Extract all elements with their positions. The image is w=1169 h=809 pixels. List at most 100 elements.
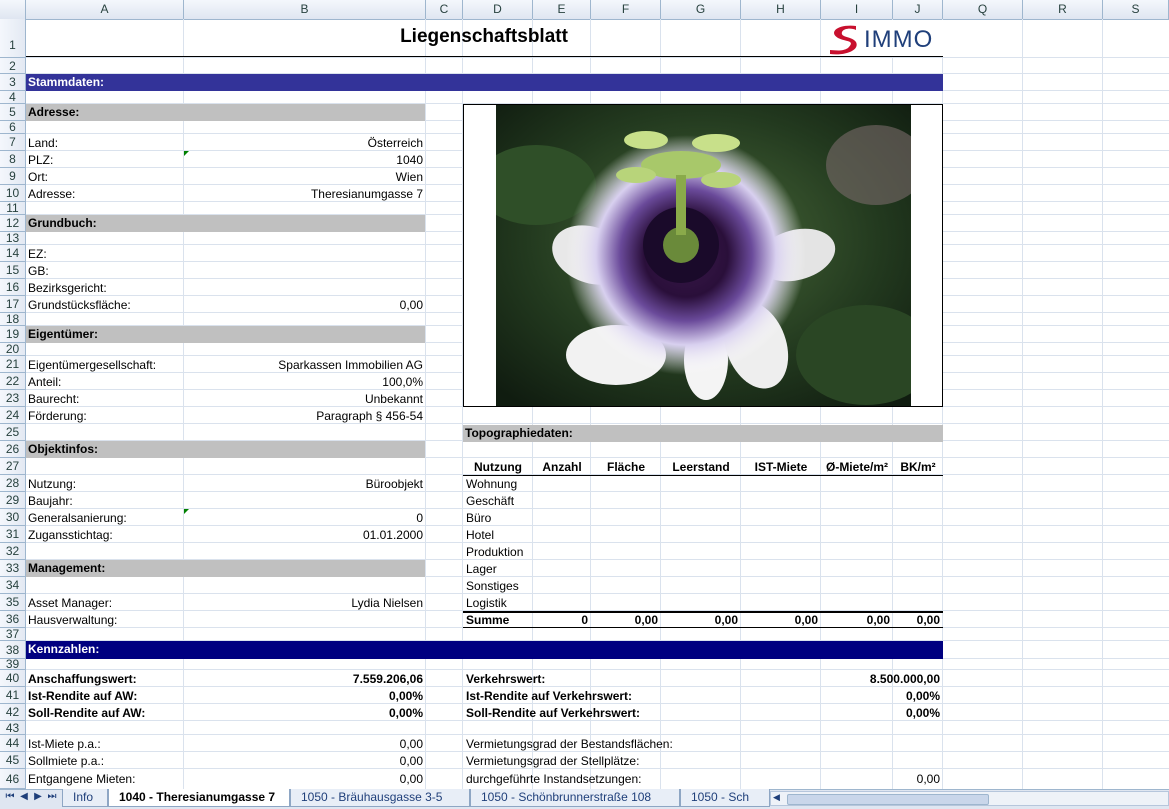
row-header-14[interactable]: 14 (0, 245, 26, 262)
row-header-31[interactable]: 31 (0, 526, 26, 543)
column-header-a[interactable]: A (26, 0, 184, 19)
row-header-10[interactable]: 10 (0, 185, 26, 202)
row-header-7[interactable]: 7 (0, 134, 26, 151)
row-header-8[interactable]: 8 (0, 151, 26, 168)
topo-sum-value[interactable]: 0,00 (893, 612, 940, 628)
row-header-23[interactable]: 23 (0, 390, 26, 407)
row-header-12[interactable]: 12 (0, 215, 26, 232)
row-header-5[interactable]: 5 (0, 104, 26, 121)
column-header-j[interactable]: J (893, 0, 943, 19)
eigentuemer-value[interactable]: 100,0% (184, 374, 423, 390)
row-header-3[interactable]: 3 (0, 74, 26, 91)
row-header-21[interactable]: 21 (0, 356, 26, 373)
topo-sum-value[interactable]: 0,00 (661, 612, 738, 628)
column-header-s[interactable]: S (1103, 0, 1169, 19)
objektinfos-value[interactable]: 0 (184, 510, 423, 526)
row-header-37[interactable]: 37 (0, 628, 26, 641)
row-header-44[interactable]: 44 (0, 735, 26, 752)
topo-sum-value[interactable]: 0,00 (821, 612, 890, 628)
scroll-left-icon[interactable]: ◀ (773, 792, 780, 803)
sheet-tab[interactable]: 1050 - Sch (680, 789, 770, 807)
column-header-h[interactable]: H (741, 0, 821, 19)
row-header-18[interactable]: 18 (0, 313, 26, 326)
column-header-c[interactable]: C (426, 0, 463, 19)
kennzahl-right-value[interactable]: 0,00% (821, 688, 940, 704)
row-header-30[interactable]: 30 (0, 509, 26, 526)
row-header-40[interactable]: 40 (0, 670, 26, 687)
kennzahl-value[interactable]: 0,00 (184, 736, 423, 752)
row-header-1[interactable]: 1 (0, 19, 26, 58)
sheet-tab[interactable]: 1040 - Theresianumgasse 7 (108, 789, 290, 807)
objektinfos-value[interactable]: Büroobjekt (184, 476, 423, 492)
column-header-i[interactable]: I (821, 0, 893, 19)
row-header-46[interactable]: 46 (0, 769, 26, 789)
topo-sum-value[interactable]: 0 (533, 612, 588, 628)
horizontal-scrollbar[interactable]: ◀ (770, 791, 1169, 806)
eigentuemer-value[interactable]: Paragraph § 456-54 (184, 408, 423, 424)
row-header-17[interactable]: 17 (0, 296, 26, 313)
row-header-45[interactable]: 45 (0, 752, 26, 769)
sheet-tab[interactable]: 1050 - Bräuhausgasse 3-5 (290, 789, 470, 807)
kennzahl-value[interactable]: 0,00% (184, 705, 423, 721)
row-header-41[interactable]: 41 (0, 687, 26, 704)
column-header-e[interactable]: E (533, 0, 591, 19)
row-header-15[interactable]: 15 (0, 262, 26, 279)
row-header-6[interactable]: 6 (0, 121, 26, 134)
column-header-b[interactable]: B (184, 0, 426, 19)
adresse-value[interactable]: Österreich (184, 135, 423, 151)
kennzahl-right-value[interactable]: 8.500.000,00 (821, 671, 940, 687)
kennzahl-value[interactable]: 0,00 (184, 771, 423, 787)
column-header-g[interactable]: G (661, 0, 741, 19)
row-header-27[interactable]: 27 (0, 458, 26, 475)
row-header-24[interactable]: 24 (0, 407, 26, 424)
adresse-value[interactable]: Wien (184, 169, 423, 185)
row-header-33[interactable]: 33 (0, 560, 26, 577)
row-header-28[interactable]: 28 (0, 475, 26, 492)
scroll-thumb[interactable] (787, 794, 989, 805)
row-header-34[interactable]: 34 (0, 577, 26, 594)
kennzahl-value[interactable]: 7.559.206,06 (184, 671, 423, 687)
kennzahl-right-value[interactable]: 0,00 (821, 771, 940, 787)
kennzahl-right-value[interactable]: 0,00% (821, 705, 940, 721)
row-header-9[interactable]: 9 (0, 168, 26, 185)
first-sheet-icon[interactable]: ⏮ (4, 791, 16, 802)
row-header-26[interactable]: 26 (0, 441, 26, 458)
row-header-16[interactable]: 16 (0, 279, 26, 296)
next-sheet-icon[interactable]: ▶ (32, 791, 44, 802)
row-header-35[interactable]: 35 (0, 594, 26, 611)
column-header-q[interactable]: Q (943, 0, 1023, 19)
row-header-25[interactable]: 25 (0, 424, 26, 441)
kennzahl-value[interactable]: 0,00 (184, 753, 423, 769)
topo-sum-value[interactable]: 0,00 (591, 612, 658, 628)
grundbuch-value[interactable]: 0,00 (184, 297, 423, 313)
row-header-4[interactable]: 4 (0, 91, 26, 104)
prev-sheet-icon[interactable]: ◀ (18, 791, 30, 802)
column-header-f[interactable]: F (591, 0, 661, 19)
row-header-43[interactable]: 43 (0, 721, 26, 735)
row-header-22[interactable]: 22 (0, 373, 26, 390)
row-header-39[interactable]: 39 (0, 658, 26, 670)
eigentuemer-value[interactable]: Sparkassen Immobilien AG (184, 357, 423, 373)
row-header-11[interactable]: 11 (0, 202, 26, 215)
row-header-29[interactable]: 29 (0, 492, 26, 509)
row-header-36[interactable]: 36 (0, 611, 26, 628)
adresse-value[interactable]: 1040 (184, 152, 423, 168)
row-header-19[interactable]: 19 (0, 326, 26, 343)
row-header-2[interactable]: 2 (0, 58, 26, 74)
row-header-42[interactable]: 42 (0, 704, 26, 721)
row-header-32[interactable]: 32 (0, 543, 26, 560)
column-header-d[interactable]: D (463, 0, 533, 19)
adresse-value[interactable]: Theresianumgasse 7 (184, 186, 423, 202)
eigentuemer-value[interactable]: Unbekannt (184, 391, 423, 407)
select-all-corner[interactable] (0, 0, 26, 19)
topo-sum-value[interactable]: 0,00 (741, 612, 818, 628)
column-header-r[interactable]: R (1023, 0, 1103, 19)
row-header-13[interactable]: 13 (0, 232, 26, 245)
last-sheet-icon[interactable]: ⏭ (46, 791, 58, 802)
sheet-tab[interactable]: Info (62, 789, 108, 807)
kennzahl-value[interactable]: 0,00% (184, 688, 423, 704)
sheet-tab[interactable]: 1050 - Schönbrunnerstraße 108 (470, 789, 680, 807)
management-value[interactable]: Lydia Nielsen (184, 595, 423, 611)
objektinfos-value[interactable]: 01.01.2000 (184, 527, 423, 543)
row-header-20[interactable]: 20 (0, 343, 26, 356)
